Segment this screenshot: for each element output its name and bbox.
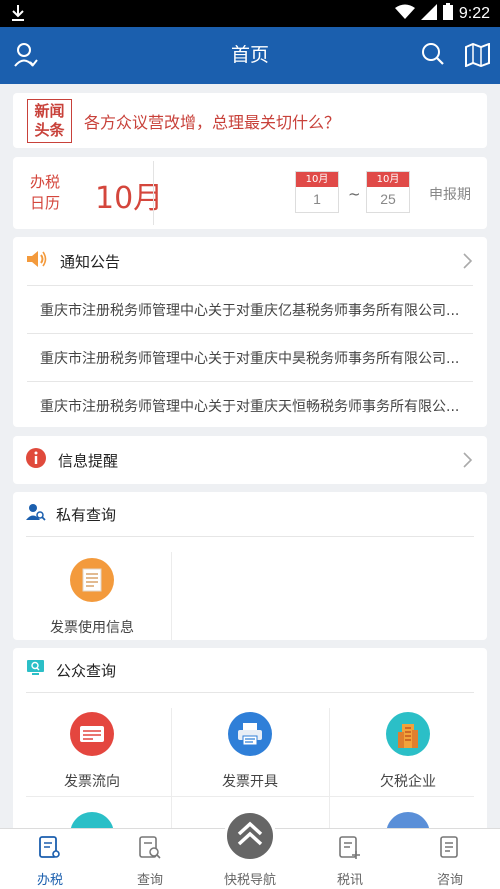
- reminder-header[interactable]: 信息提醒: [13, 436, 487, 484]
- nav-label: 查询: [136, 873, 163, 888]
- invoice-print-item[interactable]: 发票开具: [171, 712, 329, 791]
- divider: [26, 796, 474, 797]
- tax-arrears-company-icon: [386, 712, 430, 756]
- query-icon: [138, 836, 162, 865]
- nav-consult[interactable]: 咨询: [400, 835, 500, 888]
- reminder-card[interactable]: 信息提醒: [13, 436, 487, 484]
- nav-tax-handling[interactable]: 办税: [0, 835, 100, 888]
- nav-query[interactable]: 查询: [100, 835, 200, 888]
- date-range-separator: ~: [348, 185, 361, 203]
- end-date-month: 10月: [367, 172, 409, 187]
- wifi-icon: [394, 4, 415, 25]
- tax-calendar-card[interactable]: 办税日历 10月 10月 1 ~ 10月 25 申报期: [13, 157, 487, 229]
- invoice-flow-label: 发票流向: [64, 774, 120, 790]
- invoice-flow-icon: [70, 712, 114, 756]
- chevron-right-icon: [463, 452, 473, 472]
- user-search-icon: [26, 503, 46, 525]
- invoice-usage-item[interactable]: 发票使用信息: [13, 558, 171, 637]
- private-query-title: 私有查询: [56, 505, 117, 524]
- end-date-day: 25: [380, 191, 396, 207]
- notice-item[interactable]: 重庆市注册税务师管理中心关于对重庆亿基税务师事务所有限公司...: [27, 285, 473, 333]
- nav-tax-news[interactable]: 税讯: [300, 835, 400, 888]
- tax-arrears-company-item[interactable]: 欠税企业: [329, 712, 487, 791]
- private-query-card: 私有查询 发票使用信息: [13, 492, 487, 640]
- nav-label: 咨询: [436, 873, 463, 888]
- invoice-print-icon: [228, 712, 272, 756]
- app-bar: 首页: [0, 27, 500, 84]
- nav-label: 税讯: [336, 873, 363, 888]
- consult-icon: [438, 836, 462, 865]
- notice-item[interactable]: 重庆市注册税务师管理中心关于对重庆中昊税务师事务所有限公司...: [27, 333, 473, 381]
- news-headline[interactable]: 各方众议营改增，总理最关切什么？: [84, 109, 340, 133]
- start-date-month: 10月: [296, 172, 338, 187]
- notice-title: 通知公告: [60, 252, 121, 271]
- map-icon[interactable]: [465, 42, 491, 71]
- chevron-right-icon: [463, 253, 473, 273]
- notice-header[interactable]: 通知公告: [13, 237, 487, 285]
- tax-calendar-label: 办税日历: [29, 173, 60, 212]
- news-headline-card[interactable]: 新闻头条 各方众议营改增，总理最关切什么？: [13, 93, 487, 148]
- divider: [329, 708, 330, 848]
- info-icon: [26, 448, 46, 472]
- download-icon: [10, 3, 26, 27]
- divider: [153, 161, 154, 225]
- quick-nav-button[interactable]: [224, 810, 276, 862]
- divider: [171, 708, 172, 848]
- status-bar: 9:22: [0, 0, 500, 27]
- tax-handling-icon: [38, 836, 62, 865]
- status-time: 9:22: [458, 5, 490, 22]
- public-query-title: 公众查询: [56, 661, 117, 680]
- invoice-usage-icon: [70, 558, 114, 602]
- nav-label: 快税导航: [223, 873, 276, 888]
- monitor-search-icon: [26, 659, 46, 681]
- search-icon[interactable]: [421, 42, 445, 70]
- battery-icon: [442, 3, 453, 25]
- news-tag: 新闻头条: [27, 98, 72, 143]
- end-date-badge: 10月 25: [366, 171, 410, 213]
- divider: [171, 552, 172, 640]
- filing-period-label: 申报期: [429, 187, 471, 203]
- start-date-day: 1: [313, 191, 321, 207]
- nav-label: 办税: [36, 873, 63, 888]
- tax-news-icon: [338, 836, 362, 865]
- public-query-header: 公众查询: [26, 648, 474, 693]
- invoice-usage-label: 发票使用信息: [50, 620, 134, 636]
- notice-card: 通知公告 重庆市注册税务师管理中心关于对重庆亿基税务师事务所有限公司... 重庆…: [13, 237, 487, 427]
- invoice-print-label: 发票开具: [222, 774, 278, 790]
- tax-arrears-company-label: 欠税企业: [380, 774, 436, 790]
- invoice-flow-item[interactable]: 发票流向: [13, 712, 171, 791]
- start-date-badge: 10月 1: [295, 171, 339, 213]
- speaker-icon: [26, 250, 48, 272]
- quick-nav-icon: [236, 821, 264, 851]
- private-query-header: 私有查询: [26, 492, 474, 537]
- notice-item[interactable]: 重庆市注册税务师管理中心关于对重庆天恒畅税务师事务所有限公...: [27, 381, 473, 429]
- signal-icon: [420, 3, 437, 25]
- nav-quick-nav[interactable]: 快税导航: [200, 865, 300, 888]
- reminder-title: 信息提醒: [58, 451, 119, 470]
